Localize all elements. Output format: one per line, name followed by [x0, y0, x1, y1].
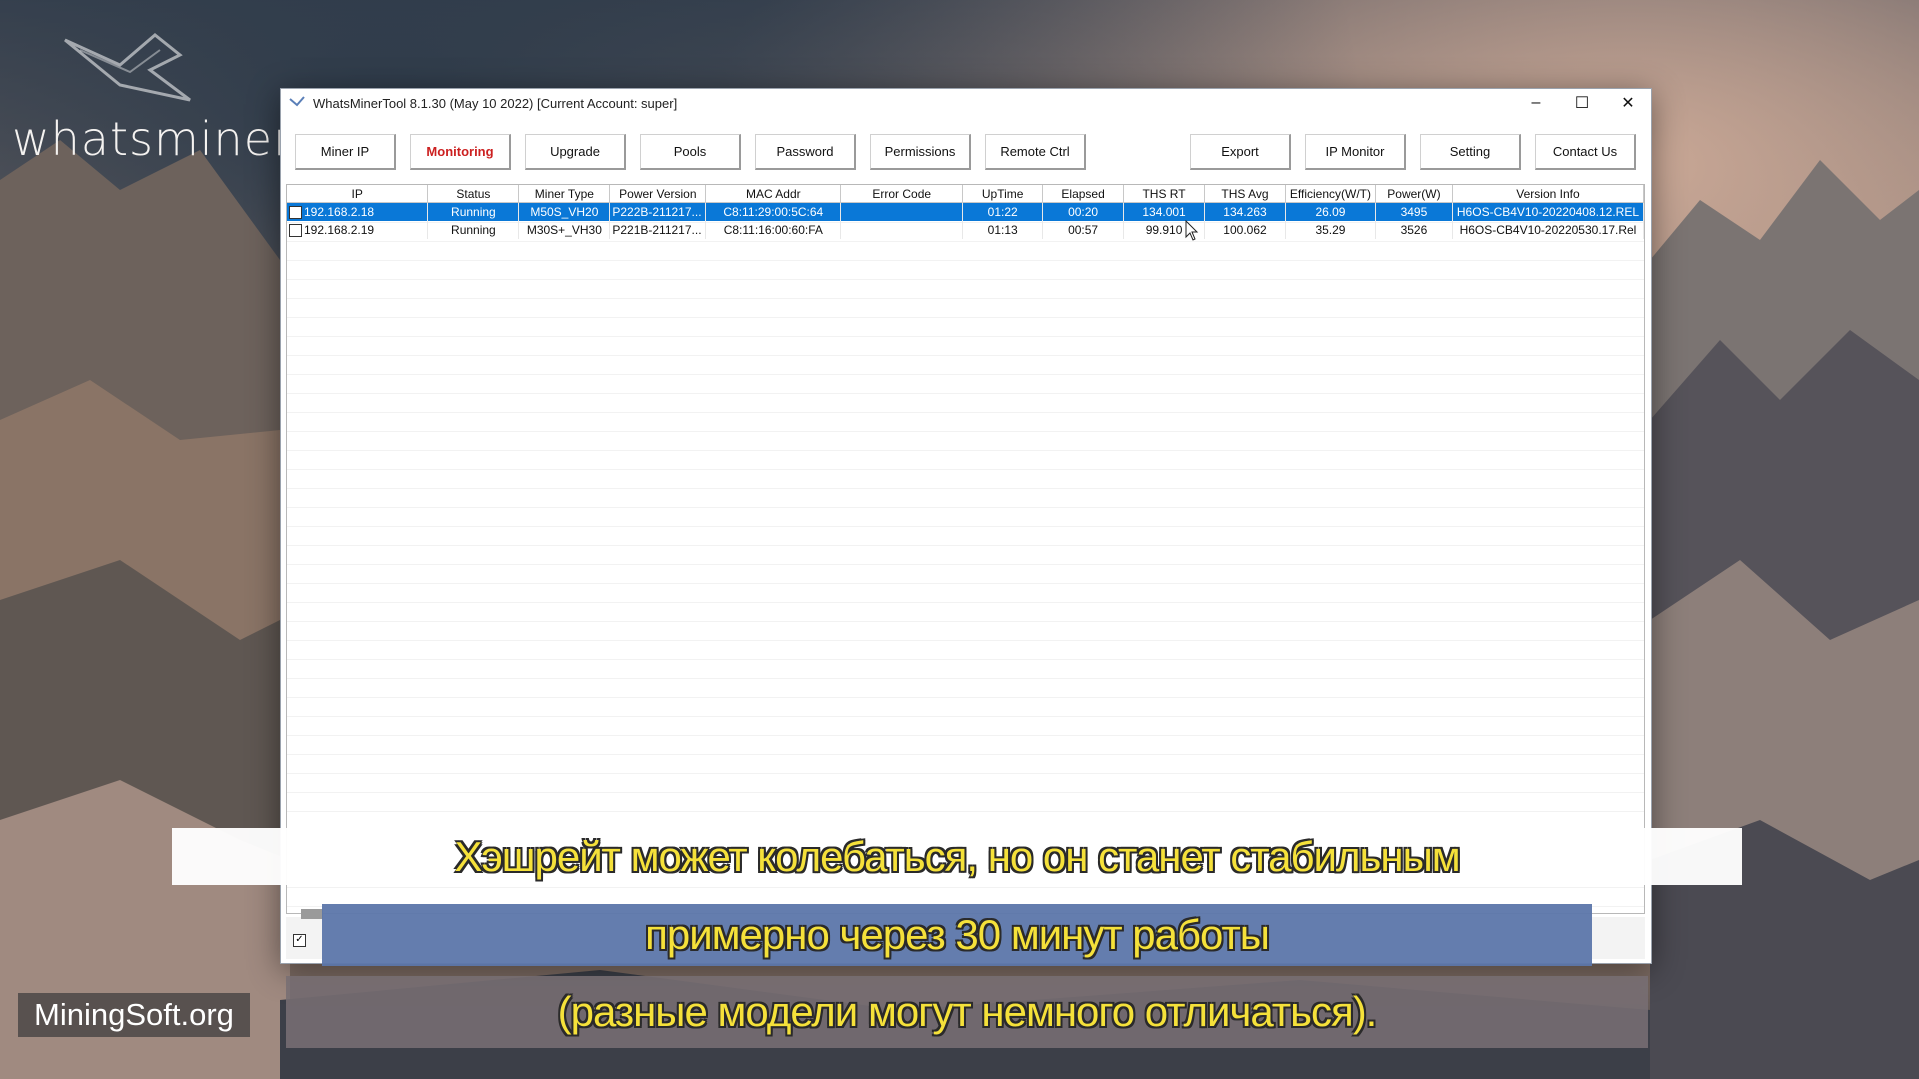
power-version-cell: P221B-211217...	[609, 221, 707, 239]
select-all-checkbox[interactable]: ✓	[293, 934, 306, 947]
column-header[interactable]: Power Version	[609, 185, 707, 203]
power-version-cell: P222B-211217...	[609, 202, 707, 221]
contact-us-button[interactable]: Contact Us	[1535, 134, 1636, 170]
subtitle-line: Хэшрейт может колебаться, но он станет с…	[172, 828, 1742, 885]
column-header[interactable]: UpTime	[962, 185, 1044, 203]
power-cell: 3495	[1375, 202, 1453, 221]
table-row[interactable]: 192.168.2.18 Running M50S_VH20 P222B-211…	[287, 202, 1644, 221]
power-cell: 3526	[1375, 221, 1453, 239]
column-header[interactable]: Elapsed	[1042, 185, 1125, 203]
upgrade-button[interactable]: Upgrade	[525, 134, 626, 170]
ths-avg-cell: 100.062	[1204, 221, 1286, 239]
mac-addr-cell: C8:11:16:00:60:FA	[705, 221, 842, 239]
setting-button[interactable]: Setting	[1420, 134, 1521, 170]
table-header: IP Status Miner Type Power Version MAC A…	[287, 185, 1644, 203]
password-button[interactable]: Password	[755, 134, 856, 170]
row-checkbox[interactable]	[289, 206, 302, 220]
ip-monitor-button[interactable]: IP Monitor	[1305, 134, 1406, 170]
mac-addr-cell: C8:11:29:00:5C:64	[705, 202, 842, 221]
mouse-cursor-icon	[1185, 220, 1199, 241]
column-header[interactable]: Status	[427, 185, 520, 203]
monitoring-button[interactable]: Monitoring	[410, 134, 511, 170]
whatsminer-logo-icon	[64, 33, 191, 102]
ths-rt-cell: 134.001	[1123, 202, 1206, 221]
status-cell: Running	[427, 202, 520, 221]
error-code-cell	[840, 221, 964, 239]
permissions-button[interactable]: Permissions	[870, 134, 971, 170]
status-cell: Running	[427, 221, 520, 239]
pools-button[interactable]: Pools	[640, 134, 741, 170]
uptime-cell: 01:13	[962, 221, 1044, 239]
toolbar: Miner IP Monitoring Upgrade Pools Passwo…	[281, 134, 1651, 174]
column-header[interactable]: Miner Type	[518, 185, 611, 203]
miner-ip-button[interactable]: Miner IP	[295, 134, 396, 170]
app-icon	[289, 96, 305, 107]
ip-cell: 192.168.2.19	[304, 222, 375, 237]
maximize-icon[interactable]: ☐	[1559, 89, 1605, 117]
column-header[interactable]: Version Info	[1452, 185, 1644, 203]
remote-ctrl-button[interactable]: Remote Ctrl	[985, 134, 1086, 170]
miner-type-cell: M50S_VH20	[518, 202, 611, 221]
ths-avg-cell: 134.263	[1204, 202, 1286, 221]
column-header[interactable]: Error Code	[840, 185, 964, 203]
minimize-icon[interactable]: –	[1513, 89, 1559, 117]
elapsed-cell: 00:57	[1042, 221, 1125, 239]
column-header[interactable]: Efficiency(W/T)	[1285, 185, 1376, 203]
miner-table: IP Status Miner Type Power Version MAC A…	[286, 184, 1645, 914]
export-button[interactable]: Export	[1190, 134, 1291, 170]
version-info-cell: H6OS-CB4V10-20220530.17.Rel	[1452, 221, 1644, 239]
table-row[interactable]: 192.168.2.19 Running M30S+_VH30 P221B-21…	[287, 221, 1644, 239]
site-watermark: MiningSoft.org	[18, 993, 250, 1037]
close-icon[interactable]: ✕	[1605, 89, 1651, 117]
ip-cell: 192.168.2.18	[304, 204, 375, 219]
miner-type-cell: M30S+_VH30	[518, 221, 611, 239]
column-header[interactable]: IP	[287, 185, 429, 203]
column-header[interactable]: MAC Addr	[705, 185, 842, 203]
column-header[interactable]: THS Avg	[1204, 185, 1286, 203]
window-title: WhatsMinerTool 8.1.30 (May 10 2022) [Cur…	[313, 95, 678, 111]
column-header[interactable]: Power(W)	[1375, 185, 1453, 203]
efficiency-cell: 26.09	[1285, 202, 1376, 221]
error-code-cell	[840, 202, 964, 221]
brand-name: whatsminer	[12, 112, 293, 166]
version-info-cell: H6OS-CB4V10-20220408.12.REL	[1452, 202, 1644, 221]
scrollbar-thumb[interactable]	[301, 909, 323, 919]
efficiency-cell: 35.29	[1285, 221, 1376, 239]
subtitle-line: (разные модели могут немного отличаться)…	[286, 976, 1648, 1048]
title-bar: WhatsMinerTool 8.1.30 (May 10 2022) [Cur…	[281, 89, 1651, 117]
uptime-cell: 01:22	[962, 202, 1044, 221]
column-header[interactable]: THS RT	[1123, 185, 1206, 203]
elapsed-cell: 00:20	[1042, 202, 1125, 221]
subtitle-line: примерно через 30 минут работы	[322, 904, 1592, 966]
row-checkbox[interactable]	[289, 224, 302, 238]
